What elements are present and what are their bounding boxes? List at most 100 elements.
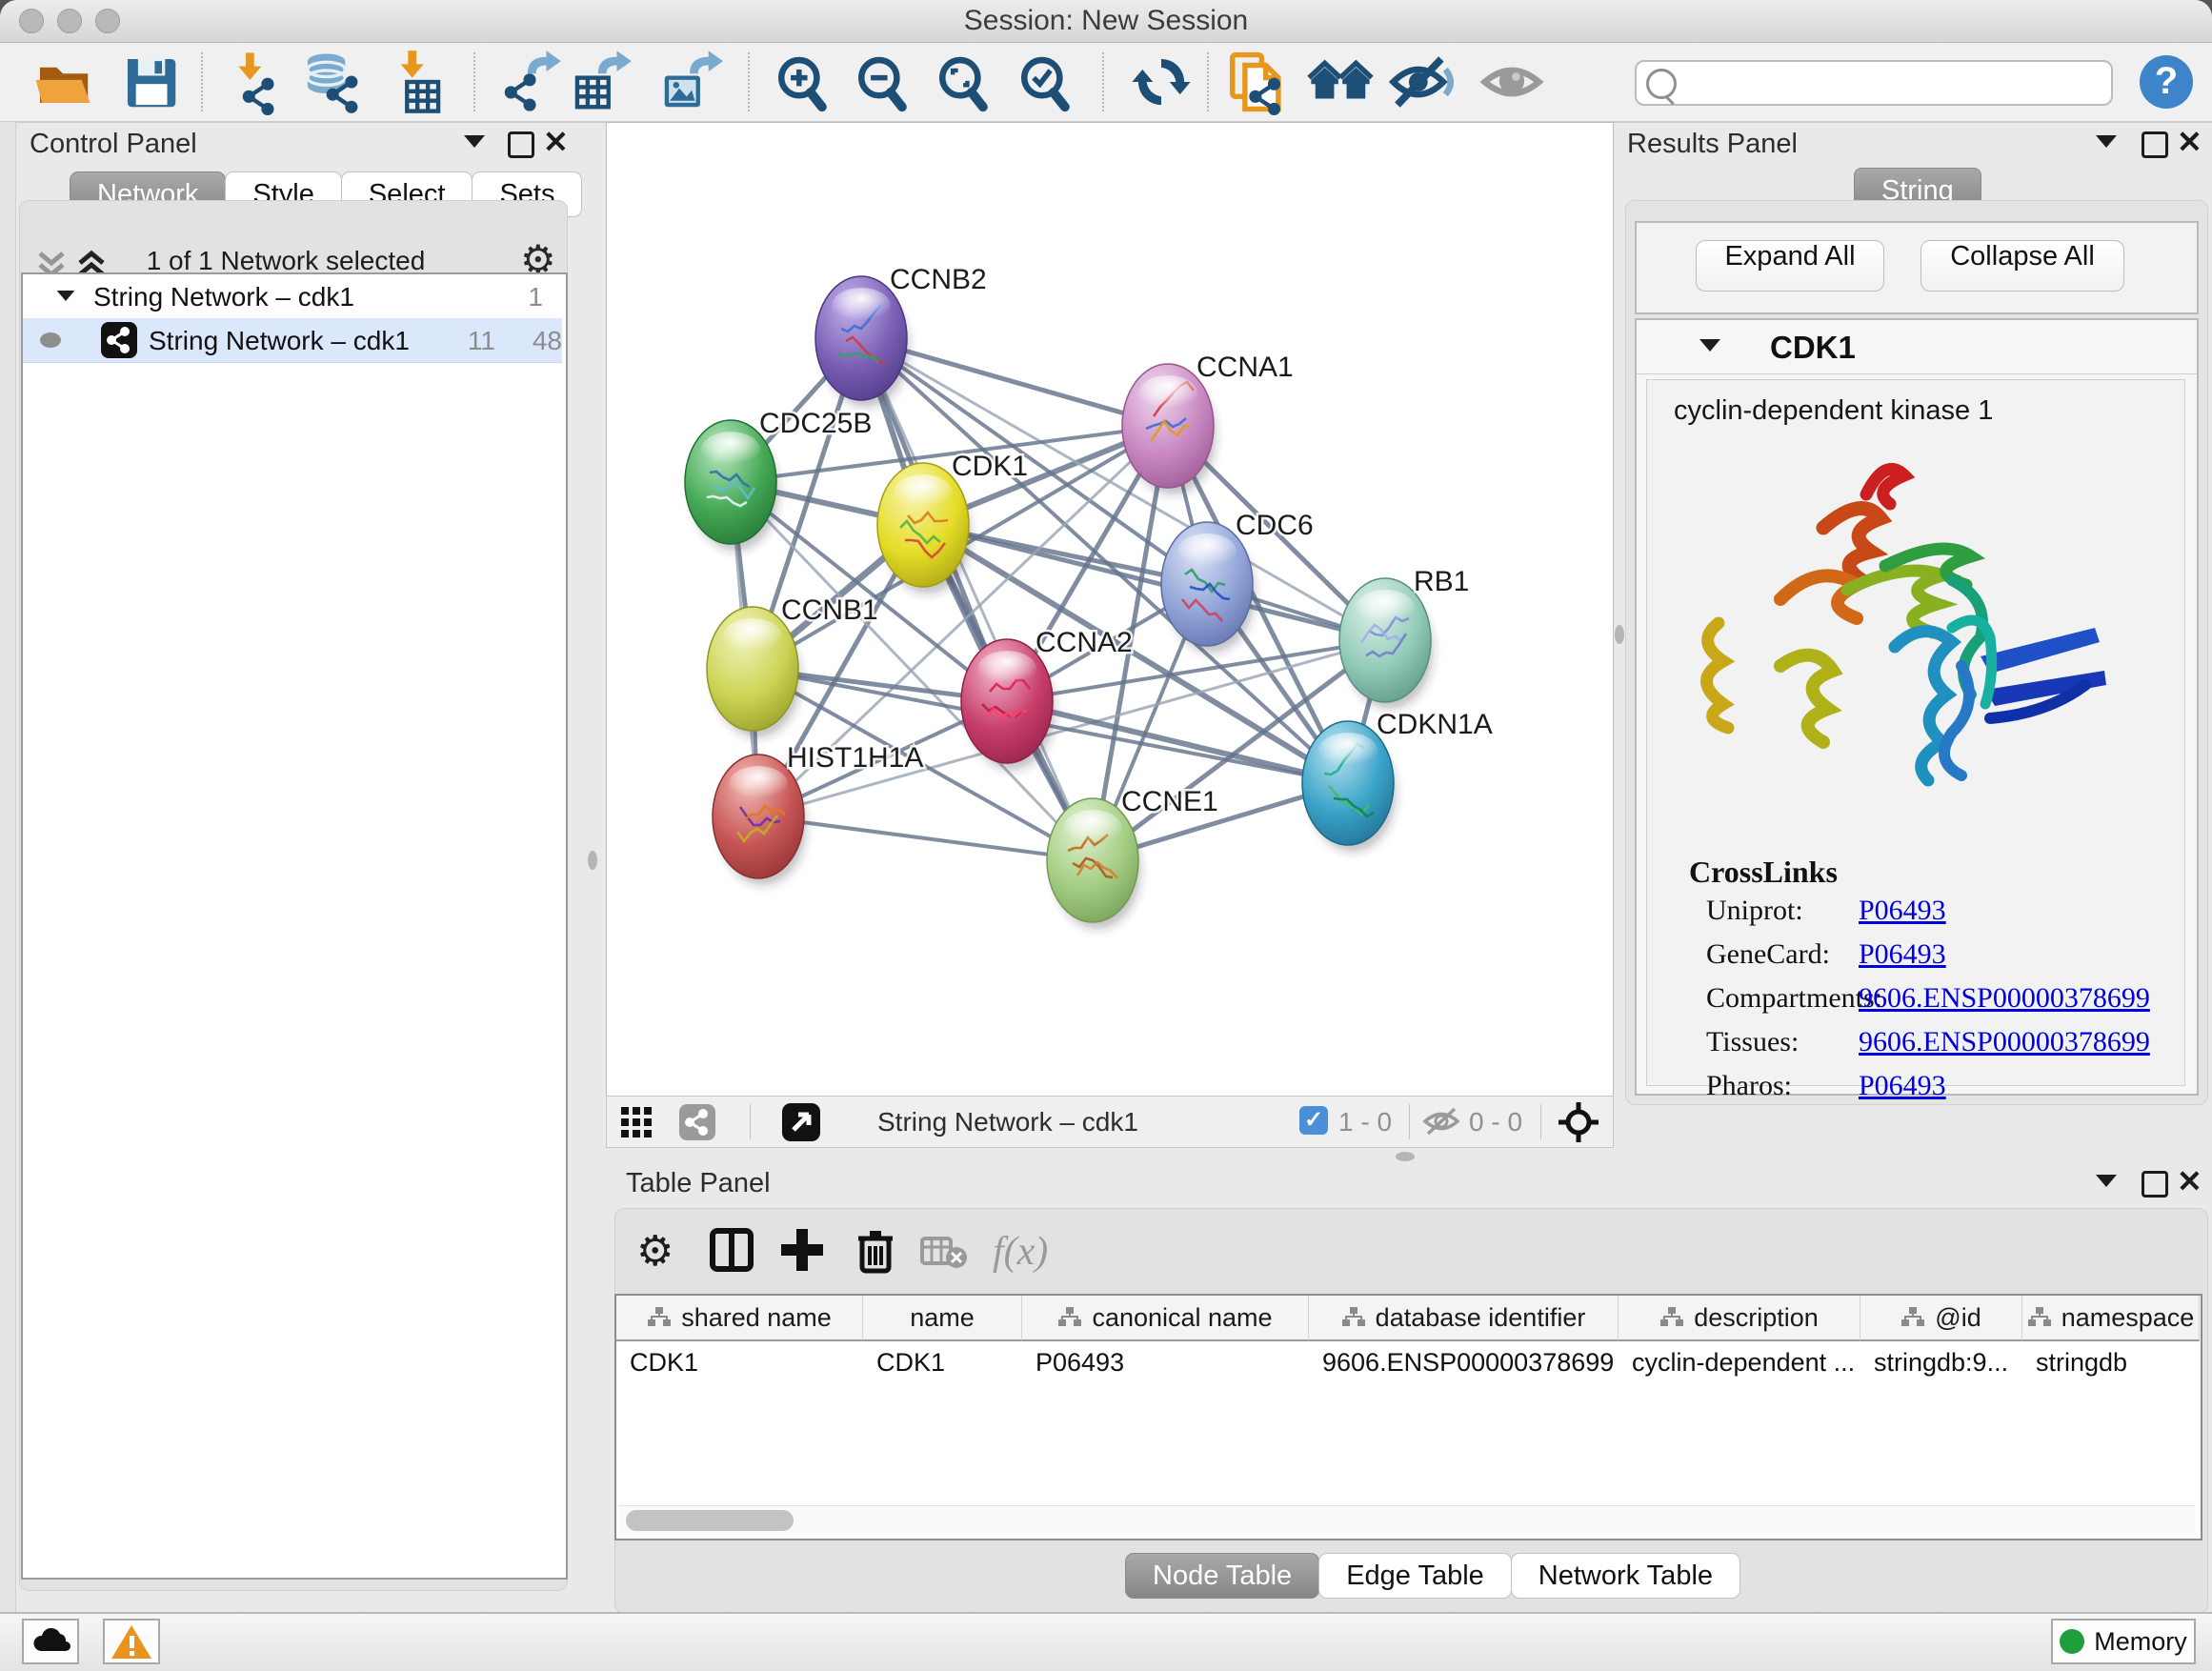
collection-expand-caret[interactable] [57, 291, 75, 301]
node-result-header[interactable]: CDK1 [1637, 320, 2197, 374]
network-node-CDC25B[interactable]: CDC25B [685, 408, 872, 551]
string-network-badge-icon[interactable] [679, 1104, 715, 1140]
right-splitter-handle[interactable] [1615, 625, 1624, 644]
column-header-shared-name[interactable]: shared name [616, 1296, 863, 1341]
birds-eye-view-icon[interactable] [782, 1103, 820, 1141]
table-cell[interactable]: cyclin-dependent ... [1619, 1341, 1860, 1383]
crosslink-value-link[interactable]: P06493 [1859, 1070, 1946, 1102]
search-box[interactable] [1635, 60, 2113, 106]
network-tree: String Network – cdk1 1 String Network –… [21, 272, 568, 1580]
column-header--id[interactable]: @id [1860, 1296, 2022, 1341]
network-node-CDKN1A[interactable]: CDKN1A [1302, 709, 1493, 852]
crosslinks-heading: CrossLinks [1689, 855, 1838, 890]
zoom-selected-icon[interactable] [1011, 49, 1077, 115]
results-panel-collapse-icon[interactable] [2096, 135, 2117, 148]
export-table-icon[interactable] [567, 49, 633, 115]
crosslink-value-link[interactable]: 9606.ENSP00000378699 [1859, 1026, 2150, 1058]
table-panel-float-icon[interactable] [2142, 1171, 2168, 1198]
toolbar-separator [1102, 52, 1104, 111]
column-header-namespace[interactable]: namespace [2022, 1296, 2200, 1341]
table-panel-close-icon[interactable]: ✕ [2177, 1171, 2202, 1192]
search-input[interactable] [1682, 64, 2096, 100]
network-node-CDC6[interactable]: CDC6 [1161, 510, 1314, 653]
network-node-CCNB1[interactable]: CCNB1 [707, 594, 878, 737]
control-panel-close-icon[interactable]: ✕ [543, 131, 569, 152]
hide-selected-icon[interactable] [1387, 49, 1454, 115]
node-result-caret[interactable] [1699, 339, 1720, 352]
import-network-database-icon[interactable] [297, 49, 364, 115]
selected-checkbox-icon[interactable]: ✓ [1299, 1106, 1328, 1135]
column-header-description[interactable]: description [1619, 1296, 1860, 1341]
show-all-icon[interactable] [1478, 49, 1545, 115]
home-layout-icon[interactable] [1307, 49, 1374, 115]
crosslink-value-link[interactable]: P06493 [1859, 895, 1946, 927]
open-session-icon[interactable] [30, 49, 96, 115]
table-panel-tabs: Node TableEdge TableNetwork Table [1125, 1553, 1739, 1599]
table-panel-collapse-icon[interactable] [2096, 1175, 2117, 1187]
left-splitter-handle[interactable] [588, 851, 597, 870]
table-cell[interactable]: stringdb:9... [1860, 1341, 2021, 1383]
import-table-file-icon[interactable] [382, 49, 449, 115]
network-node-RB1[interactable]: RB1 [1339, 566, 1469, 709]
fit-selected-crosshair-icon[interactable] [1558, 1101, 1599, 1143]
node-table[interactable]: shared namenamecanonical namedatabase id… [614, 1294, 2202, 1540]
node-label-RB1: RB1 [1414, 566, 1469, 597]
tab-edge-table[interactable]: Edge Table [1318, 1553, 1512, 1599]
duplicate-network-icon[interactable] [1224, 49, 1291, 115]
results-panel-float-icon[interactable] [2142, 131, 2168, 158]
column-header-database-identifier[interactable]: database identifier [1309, 1296, 1619, 1341]
table-cell[interactable]: P06493 [1022, 1341, 1308, 1383]
table-options-gear-icon[interactable]: ⚙ [636, 1227, 674, 1276]
node-label-CCNB2: CCNB2 [890, 264, 987, 295]
node-label-CDC25B: CDC25B [759, 408, 872, 439]
toolbar-separator [1207, 52, 1209, 111]
save-session-icon[interactable] [117, 49, 184, 115]
zoom-fit-icon[interactable] [929, 49, 995, 115]
expand-all-button[interactable]: Expand All [1696, 240, 1884, 292]
table-horizontal-scrollbar[interactable] [618, 1505, 2195, 1535]
table-cell[interactable]: 9606.ENSP00000378699 [1309, 1341, 1618, 1383]
refresh-icon[interactable] [1128, 49, 1195, 115]
collection-label: String Network – cdk1 [93, 282, 354, 312]
crosslink-value-link[interactable]: P06493 [1859, 938, 1946, 971]
network-node-CCNA2[interactable]: CCNA2 [961, 627, 1133, 770]
delete-table-icon [920, 1235, 970, 1284]
show-columns-icon[interactable] [707, 1225, 756, 1275]
zoom-out-icon[interactable] [848, 49, 915, 115]
network-collection-row[interactable]: String Network – cdk1 1 [23, 274, 562, 318]
zoom-in-icon[interactable] [768, 49, 835, 115]
column-header-canonical-name[interactable]: canonical name [1022, 1296, 1309, 1341]
control-panel-float-icon[interactable] [508, 131, 534, 158]
network-canvas[interactable]: CCNB2 CCNA1 CDC25B CDK1 CDC6 RB1 CCNB1 C… [606, 122, 1614, 1097]
add-column-icon[interactable] [777, 1225, 827, 1275]
network-node-HIST1H1A[interactable]: HIST1H1A [713, 742, 923, 885]
crosslink-value-link[interactable]: 9606.ENSP00000378699 [1859, 982, 2150, 1015]
network-node-CCNE1[interactable]: CCNE1 [1047, 786, 1218, 929]
table-cell[interactable]: CDK1 [863, 1341, 1021, 1383]
tab-network-table[interactable]: Network Table [1511, 1553, 1740, 1599]
warnings-button[interactable] [103, 1619, 160, 1664]
column-header-name[interactable]: name [863, 1296, 1022, 1341]
bottom-splitter-handle[interactable] [1396, 1152, 1415, 1161]
grid-view-icon[interactable] [620, 1106, 653, 1138]
cloud-status-button[interactable] [22, 1619, 79, 1664]
export-image-icon[interactable] [656, 49, 723, 115]
collapse-all-button[interactable]: Collapse All [1920, 240, 2124, 292]
network-row-selected[interactable]: String Network – cdk1 11 48 [23, 318, 562, 363]
help-button[interactable]: ? [2140, 55, 2193, 109]
export-network-icon[interactable] [496, 49, 563, 115]
tab-node-table[interactable]: Node Table [1125, 1553, 1319, 1599]
control-panel-collapse-icon[interactable] [464, 135, 485, 148]
memory-button[interactable]: Memory [2051, 1619, 2196, 1664]
network-node-CCNA1[interactable]: CCNA1 [1122, 352, 1294, 494]
import-network-file-icon[interactable] [224, 49, 291, 115]
toolbar-separator [473, 52, 475, 111]
table-cell[interactable]: stringdb [2022, 1341, 2199, 1383]
network-node-CCNB2[interactable]: CCNB2 [815, 264, 987, 407]
function-builder-icon: f(x) [993, 1229, 1048, 1275]
node-label-CDC6: CDC6 [1236, 510, 1314, 541]
results-panel-close-icon[interactable]: ✕ [2177, 131, 2202, 152]
delete-column-trash-icon[interactable] [851, 1225, 900, 1275]
table-scrollbar-thumb[interactable] [626, 1510, 794, 1531]
table-cell[interactable]: CDK1 [616, 1341, 862, 1383]
